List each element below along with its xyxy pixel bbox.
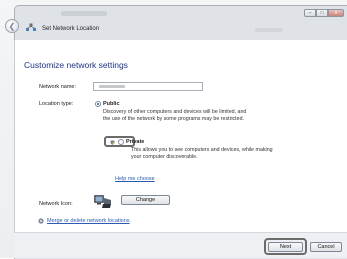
network-name-value-blurred bbox=[99, 85, 125, 88]
content-left-border bbox=[14, 40, 15, 232]
help-me-choose-link[interactable]: Help me choose bbox=[115, 176, 155, 182]
navigation-bar: ❮ Set Network Location bbox=[0, 12, 333, 40]
network-name-label: Network name: bbox=[39, 84, 76, 90]
public-description-line1: Discovery of other computers and devices… bbox=[103, 109, 247, 115]
private-description-line1: This allows you to see computers and dev… bbox=[131, 147, 273, 153]
next-button[interactable]: Next bbox=[268, 242, 303, 252]
public-label: Public bbox=[103, 101, 120, 107]
network-icon-label: Network Icon: bbox=[39, 201, 73, 207]
search-area-blurred bbox=[255, 28, 283, 32]
location-type-label: Location type: bbox=[39, 101, 74, 107]
public-description-line2: the use of the network by some programs … bbox=[103, 116, 245, 122]
public-radio[interactable] bbox=[95, 101, 101, 107]
nav-title: Set Network Location bbox=[42, 26, 100, 32]
private-label: Private bbox=[126, 139, 145, 145]
back-arrow-icon: ❮ bbox=[8, 21, 16, 31]
page-title: Customize network settings bbox=[24, 60, 128, 70]
merge-delete-locations-link[interactable]: Merge or delete network locations bbox=[47, 218, 130, 224]
cancel-button[interactable]: Cancel bbox=[310, 242, 342, 252]
change-button[interactable]: Change bbox=[121, 195, 170, 205]
uac-shield-icon bbox=[110, 140, 115, 145]
network-computer-icon bbox=[94, 195, 111, 208]
private-description-line2: your computer discoverable. bbox=[131, 154, 198, 160]
back-button[interactable]: ❮ bbox=[5, 19, 19, 33]
merge-network-icon bbox=[38, 218, 44, 224]
network-name-input[interactable] bbox=[93, 82, 203, 91]
network-location-icon bbox=[26, 23, 36, 31]
private-radio[interactable] bbox=[118, 139, 124, 145]
